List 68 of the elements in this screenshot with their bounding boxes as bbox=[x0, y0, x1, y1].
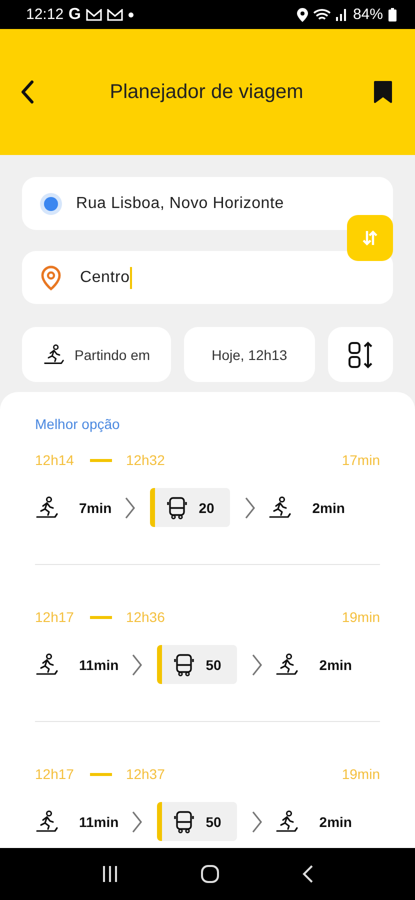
trip-duration: 17min bbox=[342, 452, 380, 468]
trip-duration: 19min bbox=[342, 766, 380, 782]
walk-duration: 11min bbox=[79, 656, 119, 672]
walking-icon bbox=[35, 810, 59, 834]
arrival-time: 12h36 bbox=[126, 609, 165, 625]
walking-icon bbox=[275, 810, 300, 834]
departure-time: 12h14 bbox=[35, 452, 74, 468]
destination-value: Centro bbox=[80, 268, 130, 286]
bus-icon bbox=[174, 652, 194, 676]
signal-icon bbox=[336, 8, 348, 21]
bus-line-number: 20 bbox=[198, 500, 214, 516]
home-icon[interactable] bbox=[200, 864, 220, 884]
swap-icon bbox=[362, 230, 378, 246]
status-time: 12:12 bbox=[26, 6, 64, 23]
page-title: Planejador de viagem bbox=[108, 80, 304, 104]
text-cursor bbox=[130, 266, 132, 288]
bus-icon bbox=[166, 496, 187, 520]
walking-icon bbox=[35, 496, 59, 520]
map-pin-icon bbox=[40, 264, 62, 290]
time-dash bbox=[90, 458, 112, 462]
trip-option[interactable]: 11min 50 2min bbox=[35, 645, 380, 684]
walking-icon bbox=[35, 652, 59, 676]
bus-line-number: 50 bbox=[206, 814, 222, 830]
origin-field[interactable]: Rua Lisboa, Novo Horizonte bbox=[22, 177, 393, 230]
departure-time: 12h17 bbox=[35, 609, 74, 625]
walk-duration: 11min bbox=[79, 814, 119, 830]
departure-time-button[interactable]: Hoje, 12h13 bbox=[184, 327, 316, 382]
chevron-right-icon bbox=[251, 652, 264, 676]
mail-icon bbox=[86, 8, 102, 20]
walking-icon bbox=[275, 652, 300, 676]
chevron-right-icon bbox=[130, 652, 143, 676]
time-dash bbox=[90, 772, 112, 776]
destination-field[interactable]: Centro bbox=[22, 251, 393, 304]
battery-percent: 84% bbox=[352, 6, 383, 23]
bus-icon bbox=[174, 810, 194, 834]
departure-mode-button[interactable]: Partindo em bbox=[22, 327, 171, 382]
walk-duration: 2min bbox=[319, 814, 352, 830]
walk-duration: 2min bbox=[312, 500, 345, 516]
mail-icon bbox=[107, 8, 123, 20]
bookmark-icon[interactable] bbox=[373, 80, 393, 104]
wifi-icon bbox=[312, 8, 331, 22]
arrival-time: 12h37 bbox=[126, 766, 165, 782]
location-icon bbox=[296, 8, 308, 22]
trip-duration: 19min bbox=[342, 609, 380, 625]
recent-apps-icon[interactable] bbox=[100, 865, 119, 883]
bus-line-number: 50 bbox=[206, 656, 222, 672]
walking-icon bbox=[42, 344, 65, 366]
status-carrier: G bbox=[68, 6, 81, 24]
departure-time: 12h17 bbox=[35, 766, 74, 782]
origin-value: Rua Lisboa, Novo Horizonte bbox=[76, 194, 284, 212]
trip-option[interactable]: 11min 50 2min bbox=[35, 802, 380, 841]
chevron-right-icon bbox=[130, 810, 143, 834]
walking-icon bbox=[268, 496, 292, 520]
arrival-time: 12h32 bbox=[126, 452, 165, 468]
best-option-label: Melhor opção bbox=[35, 416, 121, 432]
trip-option[interactable]: 7min 20 2min bbox=[35, 488, 380, 527]
chevron-right-icon bbox=[251, 810, 264, 834]
walk-duration: 2min bbox=[319, 656, 352, 672]
origin-dot-icon bbox=[40, 192, 62, 214]
battery-icon bbox=[388, 8, 397, 22]
back-icon[interactable] bbox=[20, 80, 34, 104]
dot-icon bbox=[128, 12, 134, 18]
sort-icon bbox=[348, 340, 374, 368]
walk-duration: 7min bbox=[79, 500, 112, 516]
chevron-right-icon bbox=[244, 496, 256, 520]
time-dash bbox=[90, 616, 112, 618]
chevron-right-icon bbox=[124, 496, 136, 520]
sort-button[interactable] bbox=[328, 327, 393, 382]
